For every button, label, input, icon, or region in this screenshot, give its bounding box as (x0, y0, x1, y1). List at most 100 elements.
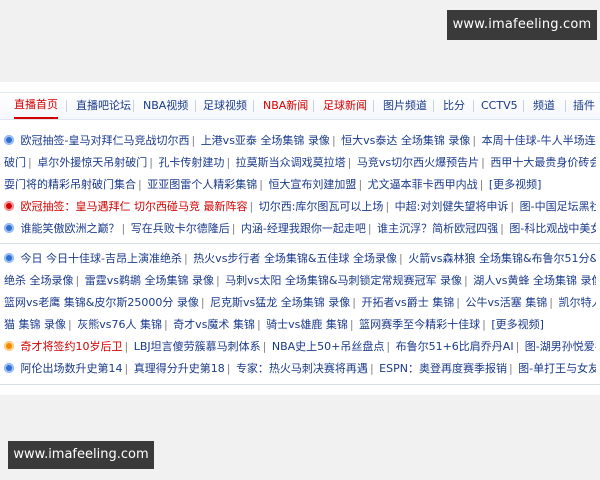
match-link[interactable]: 篮网vs老鹰 (4, 296, 60, 309)
match-link[interactable]: 灰熊vs76人 (77, 318, 136, 331)
news-link[interactable]: ESPN：奥登再度赛季报销 (379, 362, 507, 375)
news-link[interactable]: 切尔西:库尔图瓦可以上场 (259, 200, 384, 213)
news-link[interactable]: 中超:对刘健失望将申诉 (395, 200, 509, 213)
video-link[interactable]: 马竞vs切尔西火爆预告片 (357, 156, 479, 169)
replay-link[interactable]: 全场录像 (353, 252, 397, 265)
highlights-link[interactable]: 全场集锦 (144, 274, 188, 287)
replay-link[interactable]: 录像 (308, 134, 330, 147)
news-link[interactable]: 阿伦出场数升史第14 (21, 362, 123, 375)
highlights-link[interactable]: 集锦&皮尔斯25000分 (64, 296, 174, 309)
news-link[interactable]: 图-科比观战中美女足 (509, 222, 596, 235)
highlights-link[interactable]: 集锦 (432, 296, 454, 309)
match-link[interactable]: 恒大vs泰达 (341, 134, 397, 147)
match-link[interactable]: 上港vs亚泰 (201, 134, 257, 147)
match-link[interactable]: 雷霆vs鹈鹕 (85, 274, 141, 287)
video-link[interactable]: 拉莫斯当众调戏莫拉塔 (236, 156, 346, 169)
more-videos-link[interactable]: [更多视频] (489, 178, 542, 191)
news-link[interactable]: LBJ坦言傻劳簇慕马刺体系 (134, 340, 261, 353)
nav-item-plugins[interactable]: 插件 (573, 93, 595, 119)
news-link[interactable]: 谁主沉浮？简析欧冠四强 (377, 222, 498, 235)
news-link[interactable]: 谁能笑傲欧洲之巅？ (21, 222, 120, 235)
nav-item-scores[interactable]: 比分 (443, 93, 465, 119)
highlights-link[interactable]: 全场集锦&布鲁尔51分&吉昂准 (479, 252, 596, 265)
nav-separator (66, 100, 67, 112)
nav-item-home[interactable]: 直播首页 (14, 93, 58, 119)
video-link[interactable]: 孔卡传射建功 (158, 156, 224, 169)
news-link[interactable]: 写在兵败卡尔德隆后 (131, 222, 230, 235)
nav-bar: 直播首页 直播吧论坛 NBA视频 足球视频 NBA新闻 足球新闻 图片频道 比分… (0, 92, 600, 120)
match-link[interactable]: 马刺vs太阳 (225, 274, 281, 287)
video-link[interactable]: 篮网赛季至今精彩十佳球 (359, 318, 480, 331)
nav-item-nba-news[interactable]: NBA新闻 (263, 93, 308, 119)
basketball-video-line-4: 猫 集锦 录像 | 灰熊vs76人 集锦 | 奇才vs魔术 集锦 | 骑士vs雄鹿 集… (4, 318, 544, 331)
video-link[interactable]: 绝杀 (4, 274, 26, 287)
nav-separator (565, 100, 566, 112)
hot-news-link[interactable]: 欧冠抽签：皇马遇拜仁 切尔西碰马竞 (21, 200, 201, 213)
highlights-link[interactable]: 全场集锦 (533, 274, 577, 287)
video-link[interactable]: 本周十佳球-牛人半场连过4 (482, 134, 596, 147)
match-link[interactable]: 猫 (4, 318, 15, 331)
news-link[interactable]: 图-中国足坛黑社会 (520, 200, 596, 213)
hot-news-link[interactable]: 奇才将签约10岁后卫 (21, 340, 123, 353)
news-link[interactable]: NBA史上50+吊丝盘点 (272, 340, 385, 353)
replay-link[interactable]: 录像 (44, 318, 66, 331)
nav-item-football-video[interactable]: 足球视频 (203, 93, 247, 119)
basketball-video-line-3: 篮网vs老鹰 集锦&皮尔斯25000分 录像 | 尼克斯vs猛龙 全场集锦 录像 |… (4, 294, 596, 312)
basketball-news-line-2: 阿伦出场数升史第14 | 真理得分升史第18 | 专家：热火马刺决赛将再遇 | ESP… (4, 360, 596, 378)
video-link[interactable]: 破门 (4, 156, 26, 169)
video-link[interactable]: 卓尔外援惊天吊射破门 (37, 156, 147, 169)
nav-item-channels[interactable]: 频道 (533, 93, 555, 119)
news-link[interactable]: 内涵-经理我跟你一起走吧 (241, 222, 366, 235)
match-link[interactable]: 骑士vs雄鹿 (266, 318, 322, 331)
highlights-link[interactable]: 集锦 (326, 318, 348, 331)
nav-item-pictures[interactable]: 图片频道 (383, 93, 427, 119)
match-link[interactable]: 开拓者vs爵士 (362, 296, 429, 309)
video-link[interactable]: 亚亚图雷个人精彩集锦 (147, 178, 257, 191)
news-link[interactable]: 图-湖男孙悦爱名包 (525, 340, 596, 353)
news-link[interactable]: 布鲁尔51+6比肩乔丹AI (396, 340, 514, 353)
replay-link[interactable]: 录像 (177, 296, 199, 309)
replay-link[interactable]: 全场录像 (30, 274, 74, 287)
highlights-link[interactable]: 全场集锦 (281, 296, 325, 309)
news-link[interactable]: 真理得分升史第18 (134, 362, 225, 375)
highlights-link[interactable]: 全场集锦 (260, 134, 304, 147)
blue-bullet-icon (4, 135, 14, 145)
nav-item-forum[interactable]: 直播吧论坛 (76, 93, 131, 119)
video-link[interactable]: 西甲十大最贵身价砖会 (490, 156, 596, 169)
highlights-link[interactable]: 集锦 (233, 318, 255, 331)
highlights-link[interactable]: 全场集锦&马刺锁定常规赛冠军 (285, 274, 437, 287)
match-link[interactable]: 奇才vs魔术 (173, 318, 229, 331)
basketball-video-line-1: 今日 今日十佳球-吉昂上演准绝杀 | 热火vs步行者 全场集锦&五佳球 全场录像 |… (4, 250, 596, 268)
video-link[interactable]: 今日十佳球-吉昂上演准绝杀 (46, 252, 182, 265)
match-link[interactable]: 尼克斯vs猛龙 (210, 296, 277, 309)
highlights-link[interactable]: 集锦 (525, 296, 547, 309)
headline-link[interactable]: 欧冠抽签-皇马对拜仁马竞战切尔西 (21, 134, 190, 147)
highlights-link[interactable]: 全场集锦&五佳球 (264, 252, 350, 265)
nav-item-cctv5[interactable]: CCTV5 (481, 93, 518, 119)
content-panel: 直播首页 直播吧论坛 NBA视频 足球视频 NBA新闻 足球新闻 图片频道 比分… (0, 82, 600, 395)
match-link[interactable]: 湖人vs黄蜂 (473, 274, 529, 287)
match-link[interactable]: 凯尔特人vs山 (558, 296, 596, 309)
video-link[interactable]: 耍门将的精彩吊射破门集合 (4, 178, 136, 191)
news-link[interactable]: 专家：热火马刺决赛将再遇 (236, 362, 368, 375)
lineup-link[interactable]: 最新阵容 (204, 200, 248, 213)
highlights-link[interactable]: 集锦 (19, 318, 41, 331)
football-news-line-1: 欧冠抽签：皇马遇拜仁 切尔西碰马竞 最新阵容 | 切尔西:库尔图瓦可以上场 | 中超… (4, 198, 596, 216)
video-link[interactable]: 恒大宣布刘建加盟 (268, 178, 356, 191)
highlights-link[interactable]: 集锦 (140, 318, 162, 331)
replay-link[interactable]: 录像 (328, 296, 350, 309)
more-videos-link[interactable]: [更多视频] (491, 318, 544, 331)
match-link[interactable]: 公牛vs活塞 (465, 296, 521, 309)
blue-bullet-icon (4, 253, 14, 263)
replay-link[interactable]: 录像 (580, 274, 596, 287)
replay-link[interactable]: 录像 (192, 274, 214, 287)
video-link[interactable]: 尤文逼本菲卡西甲内战 (368, 178, 478, 191)
match-link[interactable]: 火箭vs森林狼 (408, 252, 475, 265)
nav-item-nba-video[interactable]: NBA视频 (143, 93, 188, 119)
match-link[interactable]: 热火vs步行者 (193, 252, 260, 265)
news-link[interactable]: 图-单打王与女友拍照 (518, 362, 596, 375)
replay-link[interactable]: 录像 (440, 274, 462, 287)
highlights-link[interactable]: 全场集锦 (401, 134, 445, 147)
nav-item-football-news[interactable]: 足球新闻 (323, 93, 367, 119)
replay-link[interactable]: 录像 (448, 134, 470, 147)
